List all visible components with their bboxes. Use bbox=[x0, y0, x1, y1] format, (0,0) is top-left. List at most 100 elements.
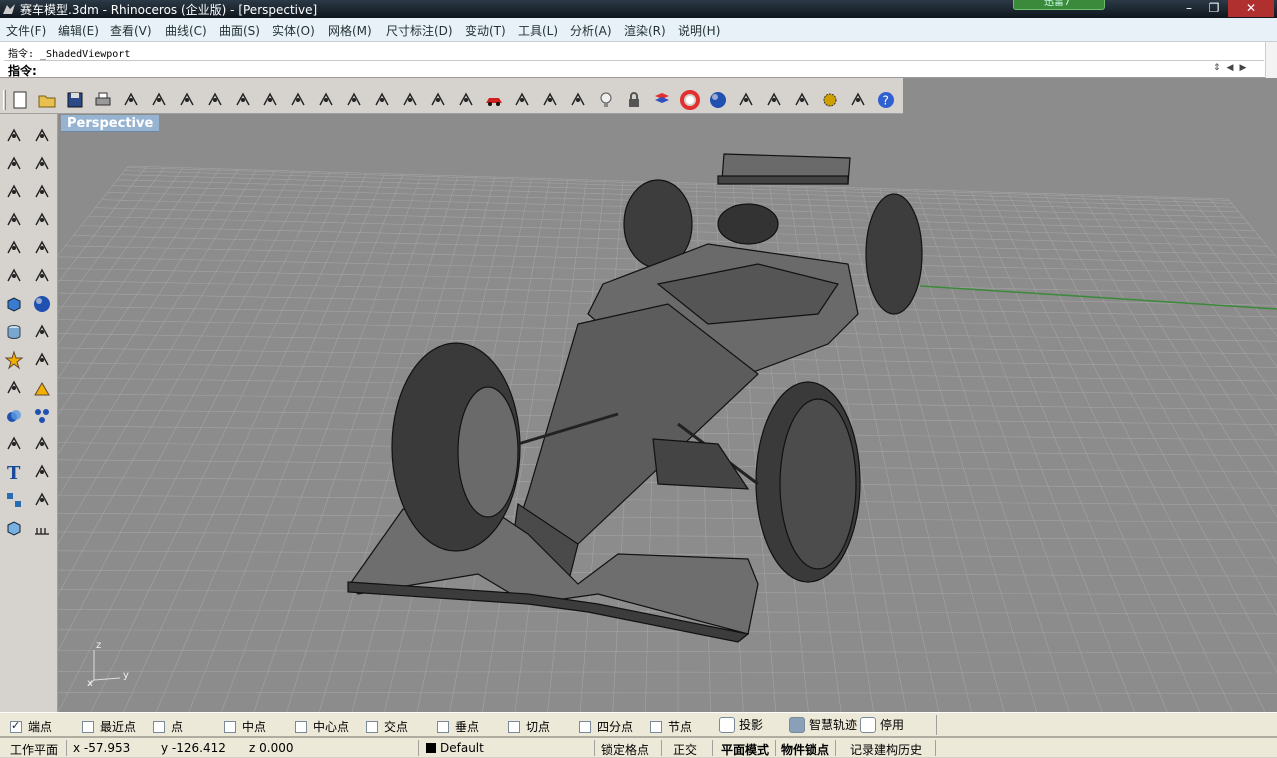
grid-snap-toggle[interactable]: 锁定格点 bbox=[601, 741, 649, 758]
four-view-icon[interactable] bbox=[454, 89, 478, 111]
zoom-selected-icon[interactable] bbox=[398, 89, 422, 111]
osnap-8[interactable]: 四分点 bbox=[579, 718, 633, 735]
history-toggle[interactable]: 记录建构历史 bbox=[850, 741, 922, 758]
sphere-icon[interactable] bbox=[30, 292, 54, 316]
paste-icon[interactable] bbox=[203, 89, 227, 111]
curve-icon[interactable] bbox=[30, 152, 54, 176]
menu-1[interactable]: 编辑(E) bbox=[58, 22, 99, 39]
mesh-icon[interactable] bbox=[30, 320, 54, 344]
save-icon[interactable] bbox=[63, 89, 87, 111]
lock-icon[interactable] bbox=[622, 89, 646, 111]
osnap-checkbox[interactable] bbox=[153, 720, 165, 733]
toggle-box[interactable] bbox=[860, 716, 876, 733]
print-icon[interactable] bbox=[91, 89, 115, 111]
mesh-sphere-icon[interactable] bbox=[734, 89, 758, 111]
planar-toggle[interactable]: 平面模式 bbox=[721, 741, 769, 758]
osnap-icon[interactable] bbox=[566, 89, 590, 111]
toolbar-grip[interactable] bbox=[3, 90, 6, 110]
hatch-icon[interactable] bbox=[30, 516, 54, 540]
osnap-checkbox[interactable] bbox=[82, 720, 94, 733]
rotate-icon[interactable] bbox=[426, 89, 450, 111]
osnap-toggle[interactable]: 物件锁点 bbox=[781, 741, 829, 758]
toggle-box[interactable] bbox=[719, 716, 735, 733]
arc-icon[interactable] bbox=[2, 208, 26, 232]
osnap-5[interactable]: 交点 bbox=[366, 718, 408, 735]
menu-7[interactable]: 尺寸标注(D) bbox=[386, 22, 453, 39]
menu-2[interactable]: 查看(V) bbox=[110, 22, 152, 39]
import-icon[interactable] bbox=[119, 89, 143, 111]
menu-12[interactable]: 说明(H) bbox=[678, 22, 720, 39]
copy-icon[interactable] bbox=[175, 89, 199, 111]
toggle-0[interactable]: 投影 bbox=[719, 716, 763, 733]
command-line[interactable]: 指令: ⇕◀▶ bbox=[4, 60, 1264, 78]
help-icon[interactable]: ? bbox=[874, 89, 898, 111]
osnap-checkbox[interactable] bbox=[10, 719, 22, 733]
menu-6[interactable]: 网格(M) bbox=[328, 22, 372, 39]
layer-icon[interactable] bbox=[650, 89, 674, 111]
polygon-icon[interactable] bbox=[2, 236, 26, 260]
osnap-checkbox[interactable] bbox=[366, 720, 378, 733]
close-button[interactable]: ✕ bbox=[1228, 0, 1274, 17]
osnap-3[interactable]: 中点 bbox=[224, 718, 266, 735]
open-icon[interactable] bbox=[35, 89, 59, 111]
osnap-checkbox[interactable] bbox=[508, 720, 520, 733]
osnap-1[interactable]: 最近点 bbox=[82, 718, 136, 735]
osnap-2[interactable]: 点 bbox=[153, 718, 183, 735]
rotate-view-icon[interactable] bbox=[286, 89, 310, 111]
rectangle-icon[interactable] bbox=[30, 208, 54, 232]
grid-icon[interactable] bbox=[510, 89, 534, 111]
circle-icon[interactable] bbox=[2, 180, 26, 204]
point-icon[interactable] bbox=[30, 124, 54, 148]
zoom-extents-icon[interactable] bbox=[370, 89, 394, 111]
fillet-icon[interactable] bbox=[30, 236, 54, 260]
sphere-icon[interactable] bbox=[706, 89, 730, 111]
point-icon[interactable] bbox=[538, 89, 562, 111]
toggle-box[interactable] bbox=[789, 716, 805, 733]
surface-icon[interactable] bbox=[2, 264, 26, 288]
osnap-checkbox[interactable] bbox=[650, 720, 662, 733]
explode-icon[interactable] bbox=[2, 348, 26, 372]
dimension-icon[interactable] bbox=[30, 460, 54, 484]
rotate-icon[interactable] bbox=[2, 432, 26, 456]
menu-5[interactable]: 实体(O) bbox=[272, 22, 315, 39]
array-icon[interactable] bbox=[30, 404, 54, 428]
properties-icon[interactable] bbox=[30, 488, 54, 512]
polyline-icon[interactable] bbox=[2, 152, 26, 176]
gear-icon[interactable] bbox=[818, 89, 842, 111]
zoom-icon[interactable] bbox=[314, 89, 338, 111]
pan-icon[interactable] bbox=[258, 89, 282, 111]
osnap-checkbox[interactable] bbox=[295, 720, 307, 733]
osnap-9[interactable]: 节点 bbox=[650, 718, 692, 735]
menu-0[interactable]: 文件(F) bbox=[6, 22, 46, 39]
osnap-0[interactable]: 端点 bbox=[10, 718, 52, 735]
group-icon[interactable] bbox=[2, 488, 26, 512]
osnap-checkbox[interactable] bbox=[579, 720, 591, 733]
menu-3[interactable]: 曲线(C) bbox=[165, 22, 207, 39]
command-scrollbar[interactable] bbox=[1265, 42, 1277, 78]
car-icon[interactable] bbox=[482, 89, 506, 111]
promo-badge[interactable]: 迅雷7 bbox=[1013, 0, 1105, 10]
solid-icon[interactable] bbox=[2, 516, 26, 540]
menu-11[interactable]: 渲染(R) bbox=[624, 22, 666, 39]
layer-indicator[interactable]: Default bbox=[426, 741, 484, 755]
command-scroll-arrows[interactable]: ⇕◀▶ bbox=[1213, 63, 1252, 73]
loft-icon[interactable] bbox=[30, 264, 54, 288]
cylinder-icon[interactable] bbox=[2, 320, 26, 344]
select-icon[interactable] bbox=[2, 124, 26, 148]
undo-icon[interactable] bbox=[231, 89, 255, 111]
snap-icon[interactable] bbox=[846, 89, 870, 111]
trim-icon[interactable] bbox=[30, 348, 54, 372]
split-icon[interactable] bbox=[2, 376, 26, 400]
menu-10[interactable]: 分析(A) bbox=[570, 22, 612, 39]
text-icon[interactable]: T bbox=[2, 460, 26, 484]
ortho-toggle[interactable]: 正交 bbox=[673, 741, 697, 758]
osnap-checkbox[interactable] bbox=[224, 720, 236, 733]
pen-icon[interactable] bbox=[790, 89, 814, 111]
toggle-1[interactable]: 智慧轨迹 bbox=[789, 716, 857, 733]
extend-icon[interactable] bbox=[30, 376, 54, 400]
zoom-window-icon[interactable] bbox=[342, 89, 366, 111]
color-wheel-icon[interactable] bbox=[678, 89, 702, 111]
menu-4[interactable]: 曲面(S) bbox=[219, 22, 260, 39]
osnap-checkbox[interactable] bbox=[437, 720, 449, 733]
perspective-viewport[interactable]: Perspective z y x bbox=[58, 114, 1277, 712]
